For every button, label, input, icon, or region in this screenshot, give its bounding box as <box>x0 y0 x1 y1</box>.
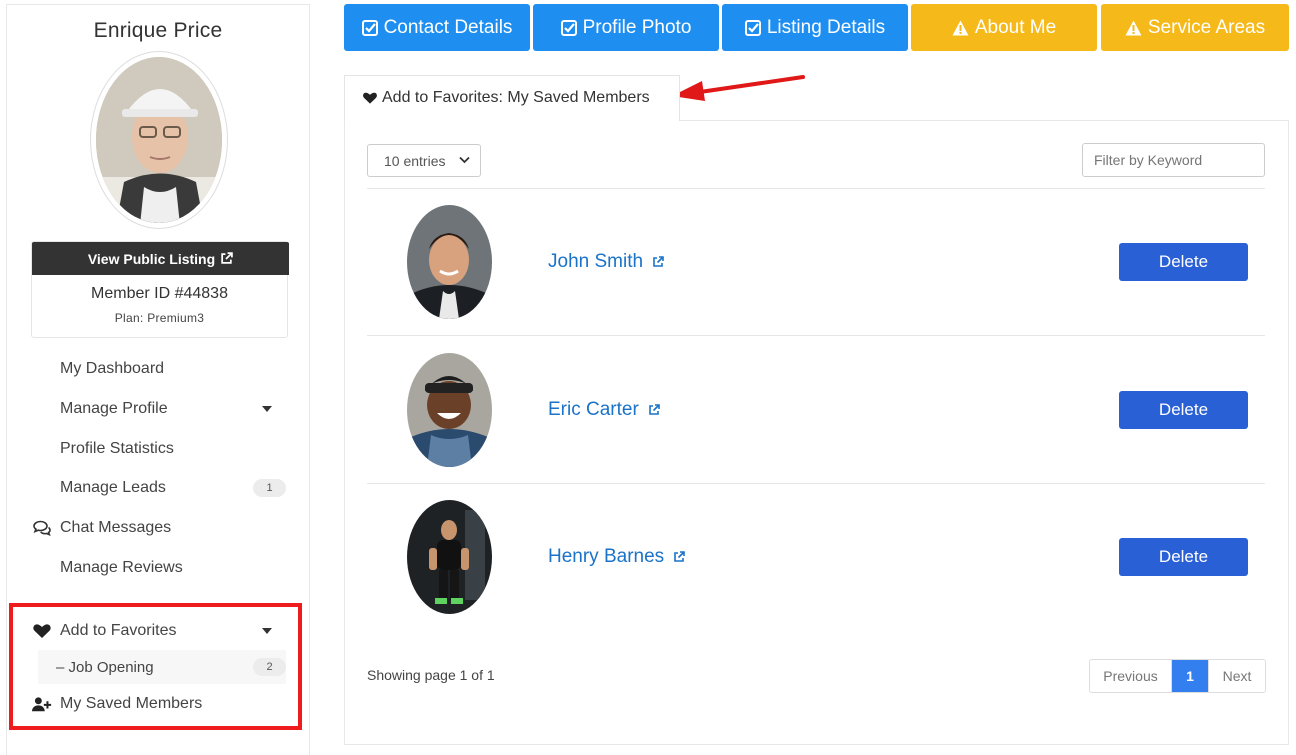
external-link-icon <box>221 252 233 264</box>
sidebar-item-manage-reviews[interactable]: Manage Reviews <box>24 551 286 585</box>
tab-label: Contact Details <box>383 16 513 38</box>
tab-contact-details[interactable]: Contact Details <box>344 4 530 51</box>
content-tab-label: Add to Favorites: My Saved Members <box>382 89 650 106</box>
view-public-listing-button[interactable]: View Public Listing <box>32 242 289 275</box>
tab-service-areas[interactable]: Service Areas <box>1101 4 1289 51</box>
tab-label: About Me <box>974 16 1057 38</box>
sidebar-item-my-saved-members[interactable]: My Saved Members <box>24 687 286 721</box>
member-name-link[interactable]: Henry Barnes <box>548 546 685 568</box>
tab-label: Listing Details <box>766 16 886 38</box>
sidebar-item-chat-messages[interactable]: Chat Messages <box>24 511 286 545</box>
pagination-next[interactable]: Next <box>1208 660 1265 692</box>
sidebar-item-profile-statistics[interactable]: Profile Statistics <box>24 432 286 466</box>
member-id: Member ID #44838 <box>91 285 228 302</box>
count-badge: 1 <box>253 479 286 497</box>
external-link-icon <box>653 256 664 267</box>
sidebar-subitem-job-opening[interactable]: – Job Opening 2 <box>38 650 286 684</box>
heart-icon <box>33 624 51 638</box>
member-name-text: Eric Carter <box>548 399 639 420</box>
user-plus-icon <box>32 697 52 712</box>
entries-select-value: 10 entries <box>384 152 446 169</box>
sidebar-item-label: My Saved Members <box>60 695 203 712</box>
entries-select[interactable]: 10 entries <box>367 144 481 177</box>
sidebar-item-label: Add to Favorites <box>60 622 177 639</box>
sidebar-item-label: Manage Profile <box>60 400 168 417</box>
sidebar-subitem-label: – Job Opening <box>56 658 154 676</box>
check-square-icon <box>744 19 761 36</box>
sidebar-item-label: Manage Reviews <box>60 559 183 576</box>
pagination-previous[interactable]: Previous <box>1090 660 1172 692</box>
member-photo[interactable] <box>407 500 492 614</box>
sidebar-item-label: Chat Messages <box>60 519 172 536</box>
view-public-listing-label: View Public Listing <box>87 250 216 267</box>
sidebar-item-label: Profile Statistics <box>60 440 174 457</box>
sidebar-item-add-to-favorites[interactable]: Add to Favorites <box>24 614 286 648</box>
member-name: Enrique Price <box>93 19 223 42</box>
profile-photo <box>96 57 222 223</box>
pagination-status: Showing page 1 of 1 <box>367 667 495 683</box>
page: Enrique Price View Public Listing Member… <box>0 0 1296 755</box>
delete-button[interactable]: Delete <box>1119 538 1248 576</box>
sidebar-item-dashboard[interactable]: My Dashboard <box>24 352 286 386</box>
heart-icon <box>363 92 377 104</box>
sidebar-item-label: My Dashboard <box>60 360 165 377</box>
divider <box>367 483 1265 484</box>
avatar <box>90 51 228 229</box>
delete-button[interactable]: Delete <box>1119 391 1248 429</box>
filter-keyword-input[interactable] <box>1082 143 1265 177</box>
member-name-text: Henry Barnes <box>548 546 665 567</box>
chevron-down-icon <box>262 406 272 412</box>
member-name-link[interactable]: John Smith <box>548 251 664 273</box>
check-square-icon <box>560 19 577 36</box>
member-name-text: John Smith <box>548 251 644 272</box>
tab-label: Service Areas <box>1147 16 1266 38</box>
check-square-icon <box>361 19 378 36</box>
chevron-down-icon <box>262 628 272 634</box>
sidebar-item-label: Manage Leads <box>60 479 166 496</box>
external-link-icon <box>674 551 685 562</box>
tab-profile-photo[interactable]: Profile Photo <box>533 4 719 51</box>
member-name-link[interactable]: Eric Carter <box>548 399 660 421</box>
tab-saved-members[interactable]: Add to Favorites: My Saved Members <box>344 75 680 121</box>
member-card: View Public Listing Member ID #44838 Pla… <box>31 241 289 338</box>
count-badge: 2 <box>253 658 286 676</box>
warning-icon <box>1125 20 1142 35</box>
chat-icon <box>33 520 51 536</box>
delete-button[interactable]: Delete <box>1119 243 1248 281</box>
warning-icon <box>952 20 969 35</box>
pagination: Previous 1 Next <box>1089 659 1266 693</box>
member-photo[interactable] <box>407 205 492 319</box>
plan-label: Plan: Premium3 <box>114 311 205 325</box>
tab-listing-details[interactable]: Listing Details <box>722 4 908 51</box>
divider <box>367 335 1265 336</box>
sidebar-item-manage-leads[interactable]: Manage Leads 1 <box>24 471 286 505</box>
divider <box>367 188 1265 189</box>
sidebar-item-manage-profile[interactable]: Manage Profile <box>24 392 286 426</box>
red-arrow-annotation <box>672 75 805 101</box>
pagination-page-1[interactable]: 1 <box>1172 660 1208 692</box>
tab-label: Profile Photo <box>582 16 692 38</box>
external-link-icon <box>648 404 660 415</box>
tab-about-me[interactable]: About Me <box>911 4 1097 51</box>
chevron-down-icon <box>459 156 470 164</box>
member-photo[interactable] <box>407 353 492 467</box>
